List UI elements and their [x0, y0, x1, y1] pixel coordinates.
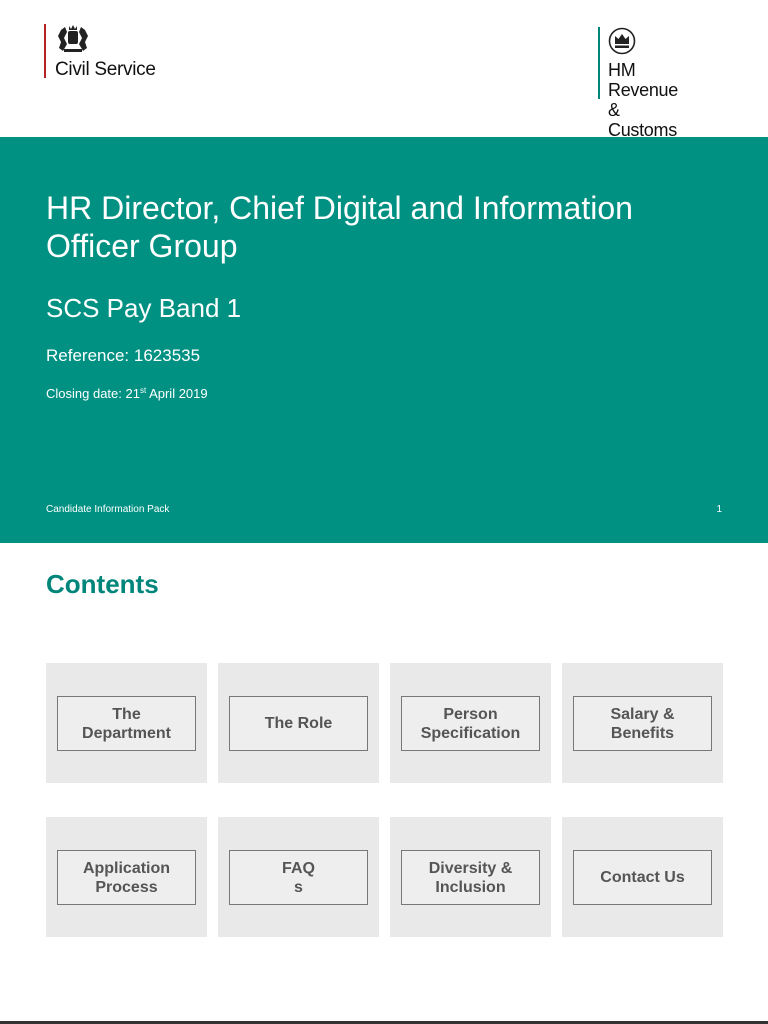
footer-label: Candidate Information Pack — [46, 504, 170, 515]
tile-the-department: The Department — [46, 663, 207, 783]
tile-salary-benefits: Salary & Benefits — [562, 663, 723, 783]
page-number: 1 — [716, 504, 722, 515]
tile-the-role: The Role — [218, 663, 379, 783]
page-header: Civil Service HM Revenue & Customs — [0, 0, 768, 140]
salary-benefits-button[interactable]: Salary & Benefits — [573, 696, 712, 751]
civil-service-label: Civil Service — [55, 59, 156, 80]
hmrc-logo: HM Revenue & Customs — [598, 27, 678, 140]
contents-heading: Contents — [46, 569, 159, 599]
job-title: HR Director, Chief Digital and Informati… — [46, 190, 633, 264]
crown-icon — [608, 27, 636, 55]
the-role-button[interactable]: The Role — [229, 696, 368, 751]
diversity-inclusion-button[interactable]: Diversity & Inclusion — [401, 850, 540, 905]
tile-faqs: FAQ s — [218, 817, 379, 937]
title-banner: HR Director, Chief Digital and Informati… — [0, 137, 768, 543]
tile-person-specification: Person Specification — [390, 663, 551, 783]
closing-date-prefix: Closing date: 21 — [46, 386, 140, 401]
closing-date-suffix: April 2019 — [146, 386, 208, 401]
tile-contact-us: Contact Us — [562, 817, 723, 937]
contact-us-button[interactable]: Contact Us — [573, 850, 712, 905]
royal-coat-of-arms-icon — [58, 25, 88, 52]
hmrc-label: HM Revenue & Customs — [608, 60, 678, 140]
faqs-button[interactable]: FAQ s — [229, 850, 368, 905]
tile-diversity-inclusion: Diversity & Inclusion — [390, 817, 551, 937]
reference-number: Reference: 1623535 — [46, 346, 201, 365]
closing-date: Closing date: 21st April 2019 — [46, 386, 208, 401]
tile-application-process: Application Process — [46, 817, 207, 937]
application-process-button[interactable]: Application Process — [57, 850, 196, 905]
civil-service-logo: Civil Service — [44, 24, 156, 80]
person-specification-button[interactable]: Person Specification — [401, 696, 540, 751]
the-department-button[interactable]: The Department — [57, 696, 196, 751]
pay-band: SCS Pay Band 1 — [46, 293, 242, 323]
